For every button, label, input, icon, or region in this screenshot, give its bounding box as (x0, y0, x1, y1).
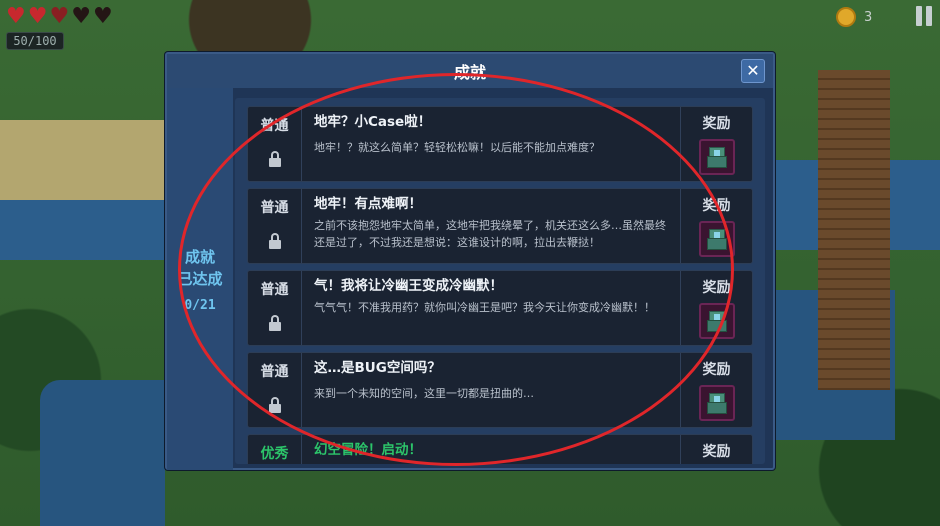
achievement-reward-cell: 奖励 (680, 435, 752, 464)
achievement-item[interactable]: 普通 地牢！有点难啊！ 之前不该抱怨地牢太简单，这地牢把我绕晕了，机关还这么多…… (247, 188, 753, 264)
achievement-reward-cell: 奖励 (680, 271, 752, 345)
achievement-item[interactable]: 普通 这…是BUG空间吗？ 来到一个未知的空间，这里一切都是扭曲的… 奖励 (247, 352, 753, 428)
achievement-summary-panel: 成就 已达成 0/21 (167, 88, 233, 470)
achievement-list[interactable]: 普通 地牢？小Case啦！ 地牢！？就这么简单？轻轻松松嘛！以后能不能加点难度？… (235, 98, 765, 464)
achievement-title: 这…是BUG空间吗？ (314, 360, 441, 376)
treasure-chest-icon[interactable] (698, 303, 735, 339)
summary-label-line2: 已达成 (177, 269, 223, 288)
achievement-reward-cell: 奖励 (680, 353, 752, 427)
achievement-reward-cell: 奖励 (680, 107, 752, 181)
achievement-category-cell: 普通 (248, 189, 302, 263)
dialog-header: 成就 ✕ (167, 54, 773, 88)
achievement-description: 之前不该抱怨地牢太简单，这地牢把我绕晕了，机关还这么多…虽然最终还是过了，不过我… (314, 219, 666, 249)
achievement-category-cell: 普通 (248, 271, 302, 345)
lock-icon (268, 233, 282, 249)
achievement-description: 来到一个未知的空间，这里一切都是扭曲的… (314, 387, 534, 400)
heart-full-icon: ♥ (27, 4, 48, 29)
achievement-item[interactable]: 优秀 幻空冒险！启动！ 奖励 (247, 434, 753, 464)
achievement-title: 幻空冒险！启动！ (314, 442, 422, 458)
achievement-title: 气！我将让冷幽王变成冷幽默！ (314, 278, 503, 294)
achievement-content: 这…是BUG空间吗？ 来到一个未知的空间，这里一切都是扭曲的… (302, 353, 680, 427)
achievement-item[interactable]: 普通 地牢？小Case啦！ 地牢！？就这么简单？轻轻松松嘛！以后能不能加点难度？… (247, 106, 753, 182)
dialog-title: 成就 (453, 63, 486, 82)
pause-icon-bar (916, 6, 922, 26)
coin-icon (836, 7, 856, 27)
achievement-item[interactable]: 普通 气！我将让冷幽王变成冷幽默！ 气气气！不准我用药？就你叫冷幽王是吧？我今天… (247, 270, 753, 346)
coin-count: 3 (864, 9, 873, 25)
close-button[interactable]: ✕ (741, 59, 765, 83)
hp-readout: 50/100 (6, 32, 64, 50)
achievement-category: 普通 (260, 282, 289, 298)
sand-area (0, 120, 165, 200)
water-area (40, 380, 165, 526)
achievement-category: 优秀 (260, 446, 289, 462)
heart-half-icon: ♥ (49, 4, 70, 29)
heart-empty-icon: ♥ (71, 4, 91, 29)
heart-full-icon: ♥ (6, 4, 26, 29)
pause-button[interactable] (916, 6, 936, 28)
treasure-chest-icon[interactable] (698, 385, 735, 421)
achievement-category: 普通 (260, 364, 289, 380)
health-hearts: ♥ ♥ ♥ ♥ ♥ (6, 6, 113, 28)
achievement-content: 气！我将让冷幽王变成冷幽默！ 气气气！不准我用药？就你叫冷幽王是吧？我今天让你变… (302, 271, 680, 345)
pause-icon-bar (926, 6, 932, 26)
summary-label-line1: 成就 (184, 247, 215, 266)
reward-label: 奖励 (702, 362, 731, 378)
achievement-content: 幻空冒险！启动！ (302, 435, 680, 464)
achievement-category-cell: 普通 (248, 107, 302, 181)
reward-label: 奖励 (702, 280, 731, 296)
achievement-content: 地牢？小Case啦！ 地牢！？就这么简单？轻轻松松嘛！以后能不能加点难度？ (302, 107, 680, 181)
water-area (0, 200, 165, 260)
achievement-description: 地牢！？就这么简单？轻轻松松嘛！以后能不能加点难度？ (314, 141, 600, 154)
achievement-category: 普通 (260, 200, 289, 216)
achievements-dialog: 成就 ✕ 成就 已达成 0/21 普通 地牢？小Case啦！ 地牢！？就这么简单… (165, 52, 775, 470)
lock-icon (268, 315, 282, 331)
achievement-content: 地牢！有点难啊！ 之前不该抱怨地牢太简单，这地牢把我绕晕了，机关还这么多…虽然最… (302, 189, 680, 263)
achievement-description: 气气气！不准我用药？就你叫冷幽王是吧？我今天让你变成冷幽默！！ (314, 301, 655, 314)
achievement-progress: 0/21 (184, 297, 216, 313)
achievement-category: 普通 (260, 118, 289, 134)
achievement-reward-cell: 奖励 (680, 189, 752, 263)
heart-empty-icon: ♥ (92, 4, 113, 29)
treasure-chest-icon[interactable] (698, 221, 735, 257)
achievement-category-cell: 优秀 (248, 435, 302, 464)
achievement-category-cell: 普通 (248, 353, 302, 427)
reward-label: 奖励 (702, 116, 731, 132)
reward-label: 奖励 (702, 444, 731, 460)
treasure-chest-icon[interactable] (698, 139, 735, 175)
wooden-bridge (818, 70, 890, 390)
achievement-title: 地牢？小Case啦！ (314, 114, 432, 130)
lock-icon (268, 151, 282, 167)
reward-label: 奖励 (702, 198, 731, 214)
lock-icon (268, 397, 282, 413)
achievement-title: 地牢！有点难啊！ (314, 196, 422, 212)
coin-counter: 3 (836, 6, 896, 28)
